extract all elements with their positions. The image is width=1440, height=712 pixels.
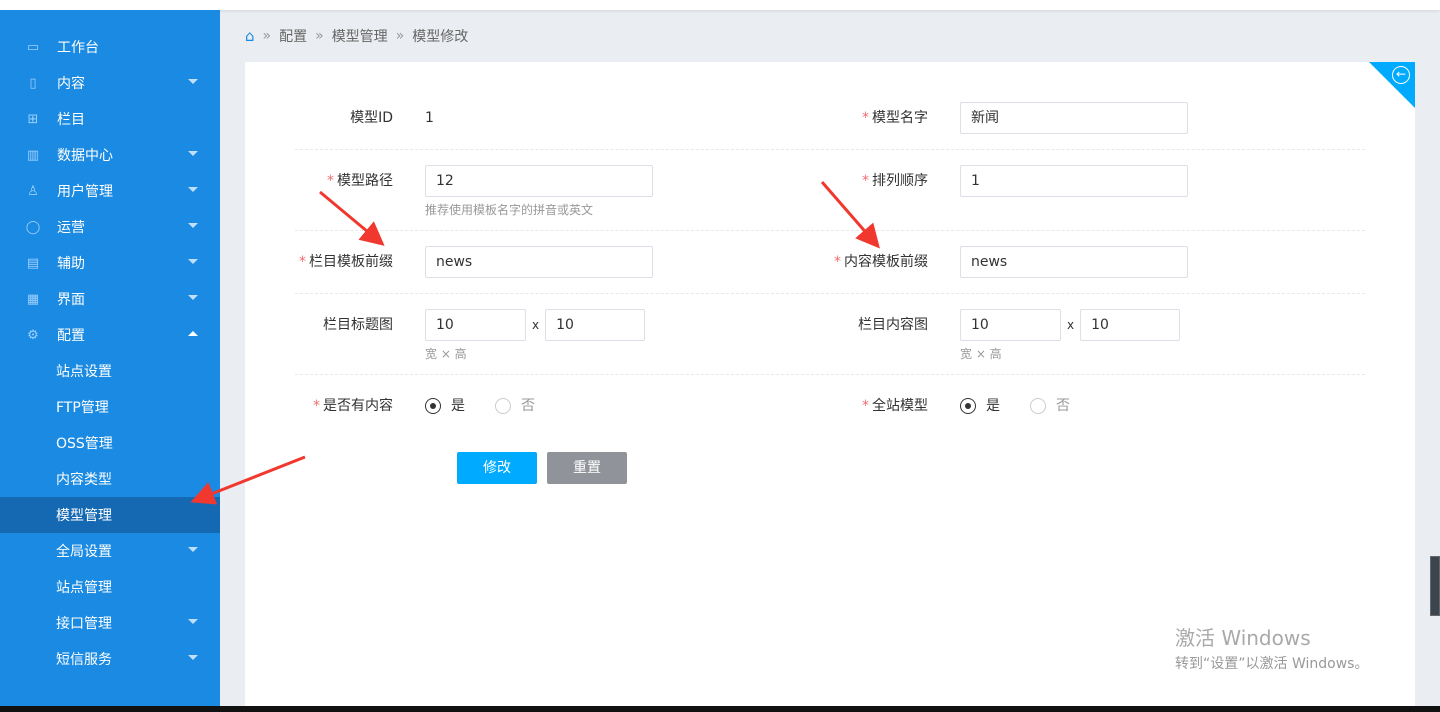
times-sign: x [532,318,540,332]
sidebar-item[interactable]: ▭ 工作台 [0,29,220,65]
file-icon: ▯ [29,75,37,91]
model-path-input[interactable]: 12 [425,165,653,197]
global-model-yes-radio[interactable]: 是 [960,390,1000,422]
has-content-yes-radio[interactable]: 是 [425,390,465,422]
sidebar: ▭ 工作台 ▯ 内容 ⊞ 栏目 ▥ 数据中心 ♙ 用户管理 ◯ 运营 ▤ 辅助 ▦ 界面 ⚙ 配置 站点设置 FTP… [0,10,220,712]
grid-icon: ⊞ [27,111,39,127]
times-sign: x [1067,318,1075,332]
user-icon: ♙ [27,183,39,199]
windows-activation-watermark: 激活 Windows 转到“设置”以激活 Windows。 [1175,626,1369,672]
model-id-value: 1 [425,110,434,126]
sidebar-item[interactable]: ♙ 用户管理 [0,173,220,209]
has-content-no-radio[interactable]: 否 [495,390,535,422]
sidebar-item-label: 配置 [57,328,85,344]
content-img-height-input[interactable]: 10 [1080,309,1181,341]
sort-label: * 排列顺序 [862,173,928,189]
submit-button[interactable]: 修改 [457,452,537,484]
model-edit-form: ← 模型ID 1 * 模型名字 新闻 * 模型路径 12 推荐使用模板名字的拼音或英… [245,62,1415,712]
caret-down-icon [188,259,198,264]
channel-img-width-input[interactable]: 10 [425,309,526,341]
channel-img-height-input[interactable]: 10 [545,309,646,341]
sidebar-subitem[interactable]: 内容类型 [0,461,220,497]
model-path-hint: 推荐使用模板名字的拼音或英文 [425,203,594,217]
sidebar-item-label: 运营 [57,220,85,236]
breadcrumb: ⌂ » 配置 » 模型管理 » 模型修改 [245,26,468,46]
caret-down-icon [188,151,198,156]
sidebar-item[interactable]: ⚙ 配置 [0,317,220,353]
model-name-label: * 模型名字 [862,110,928,126]
sidebar-item[interactable]: 短信服务 [0,641,220,677]
sidebar-item[interactable]: 接口管理 [0,605,220,641]
model-name-input[interactable]: 新闻 [960,102,1188,134]
channel-img-label: 栏目标题图 [323,317,393,333]
sidebar-item-label: 站点管理 [56,580,112,596]
reset-button[interactable]: 重置 [547,452,627,484]
sidebar-item-label: 工作台 [57,40,99,56]
monitor-icon: ▭ [26,39,40,55]
sidebar-item-label: 内容 [57,76,85,92]
caret-down-icon [188,619,198,624]
back-arrow-icon[interactable]: ← [1392,66,1410,84]
sidebar-item[interactable]: ▦ 界面 [0,281,220,317]
side-widget[interactable] [1430,556,1440,616]
sidebar-item[interactable]: ▯ 内容 [0,65,220,101]
caret-up-icon [188,331,198,336]
channel-prefix-label: * 栏目模板前缀 [299,254,393,270]
content-prefix-label: * 内容模板前缀 [834,254,928,270]
separator-icon: » [262,28,272,44]
channel-prefix-input[interactable]: news [425,246,653,278]
sidebar-subitem[interactable]: 模型管理 [0,497,220,533]
sidebar-item[interactable]: ◯ 运营 [0,209,220,245]
layout-icon: ▦ [26,291,40,307]
sidebar-item-label: 数据中心 [57,148,113,164]
caret-down-icon [188,79,198,84]
gear-icon: ⚙ [27,327,39,343]
shield-icon: ◯ [25,219,41,235]
model-id-label: 模型ID [350,110,393,126]
sidebar-item-label: 用户管理 [57,184,113,200]
size-hint: 宽 × 高 [960,347,1002,361]
sidebar-subitem[interactable]: FTP管理 [0,389,220,425]
breadcrumb-item[interactable]: 配置 [279,26,307,46]
caret-down-icon [188,295,198,300]
content-img-label: 栏目内容图 [858,317,928,333]
bar-chart-icon: ▥ [26,147,40,163]
sidebar-subitem[interactable]: OSS管理 [0,425,220,461]
sidebar-item-label: 短信服务 [56,652,112,668]
sidebar-subitem[interactable]: 站点设置 [0,353,220,389]
sidebar-item-label: 辅助 [57,256,85,272]
caret-down-icon [188,547,198,552]
separator-icon: » [315,28,324,44]
caret-down-icon [188,223,198,228]
breadcrumb-item: 模型修改 [412,29,469,45]
caret-down-icon [188,655,198,660]
has-content-label: * 是否有内容 [313,398,393,414]
sidebar-item-label: 界面 [57,292,85,308]
size-hint: 宽 × 高 [425,347,467,361]
model-path-label: * 模型路径 [327,173,393,189]
separator-icon: » [395,28,405,44]
global-model-no-radio[interactable]: 否 [1030,390,1070,422]
top-bar [0,0,1440,10]
taskbar [0,706,1440,712]
breadcrumb-item[interactable]: 模型管理 [332,26,388,46]
content-img-width-input[interactable]: 10 [960,309,1061,341]
sidebar-item[interactable]: ▥ 数据中心 [0,137,220,173]
sidebar-item-label: 栏目 [57,112,85,128]
box-icon: ▤ [26,255,40,271]
global-model-label: * 全站模型 [862,398,928,414]
sidebar-item[interactable]: ▤ 辅助 [0,245,220,281]
caret-down-icon [188,187,198,192]
sidebar-item[interactable]: 全局设置 [0,533,220,569]
content-prefix-input[interactable]: news [960,246,1188,278]
sidebar-item[interactable]: 站点管理 [0,569,220,605]
sidebar-item-label: 全局设置 [56,544,112,560]
sort-input[interactable]: 1 [960,165,1188,197]
sidebar-item-label: 接口管理 [56,616,112,632]
home-icon[interactable]: ⌂ [245,27,255,45]
sidebar-item[interactable]: ⊞ 栏目 [0,101,220,137]
